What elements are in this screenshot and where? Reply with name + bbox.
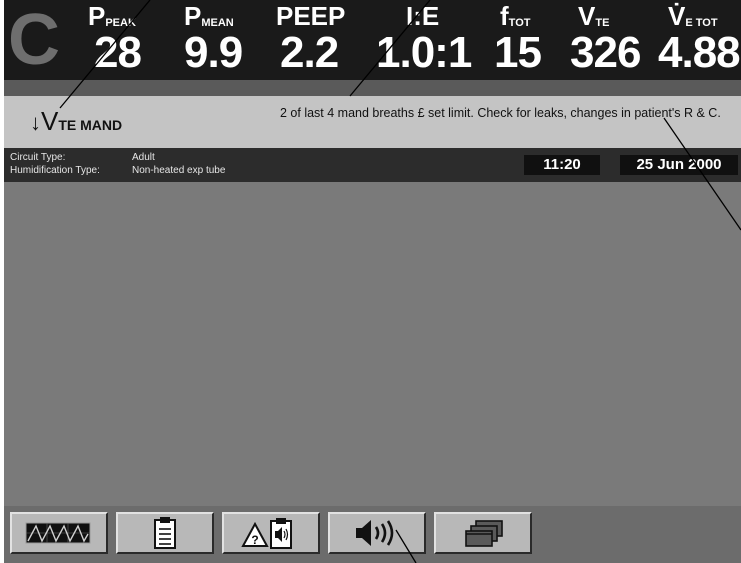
svg-text:?: ? (251, 533, 258, 547)
alarm-header-strip (4, 80, 741, 96)
clipboard-tab-button[interactable] (116, 512, 214, 554)
alarm-name: ↓VTE MAND (30, 106, 123, 136)
param-value: 15 (494, 28, 542, 77)
other-screens-tab-button[interactable] (434, 512, 532, 554)
alarm-log-icon: ? (241, 518, 292, 549)
patient-data-bar: C PPEAK 28 PMEAN 9.9 PEEP 2.2 I:E 1.0:1 … (4, 0, 741, 80)
param-value: 326 (570, 28, 641, 77)
param-label: I:E (406, 1, 440, 31)
waveform-icon (25, 522, 91, 544)
alarm-log-tab-button[interactable]: ? (222, 512, 320, 554)
param-value: 4.88 (658, 28, 741, 77)
circuit-type-value: Adult (132, 152, 155, 163)
humidification-type-value: Non-heated exp tube (132, 165, 226, 176)
circuit-type-label: Circuit Type: (10, 152, 66, 163)
speaker-icon (356, 520, 394, 546)
date-display: 25 Jun 2000 (620, 155, 738, 175)
speaker-tab-button[interactable] (328, 512, 426, 554)
param-value: 28 (94, 28, 142, 77)
lower-screen-tab-row: ? (4, 506, 741, 563)
circuit-info-strip: Circuit Type: Adult Humidification Type:… (4, 148, 741, 182)
down-arrow-icon: ↓ (30, 110, 41, 135)
alarm-message-panel[interactable]: ↓VTE MAND 2 of last 4 mand breaths £ set… (4, 96, 741, 148)
mode-logo: C (8, 0, 60, 80)
ventilator-screen: C PPEAK 28 PMEAN 9.9 PEEP 2.2 I:E 1.0:1 … (4, 0, 741, 563)
alarm-message-text: 2 of last 4 mand breaths £ set limit. Ch… (280, 106, 721, 120)
param-value: 2.2 (280, 28, 339, 77)
param-value: 9.9 (184, 28, 243, 77)
humidification-type-label: Humidification Type: (10, 165, 100, 176)
humidification-type-row: Humidification Type: Non-heated exp tube (10, 165, 225, 176)
circuit-type-row: Circuit Type: Adult (10, 152, 155, 163)
stacked-windows-icon (465, 520, 503, 547)
param-label: PEEP (276, 1, 346, 31)
waveform-tab-button[interactable] (10, 512, 108, 554)
param-value: 1.0:1 (376, 28, 472, 77)
clipboard-icon (154, 517, 176, 549)
time-display: 11:20 (524, 155, 600, 175)
main-display-area (4, 182, 741, 506)
